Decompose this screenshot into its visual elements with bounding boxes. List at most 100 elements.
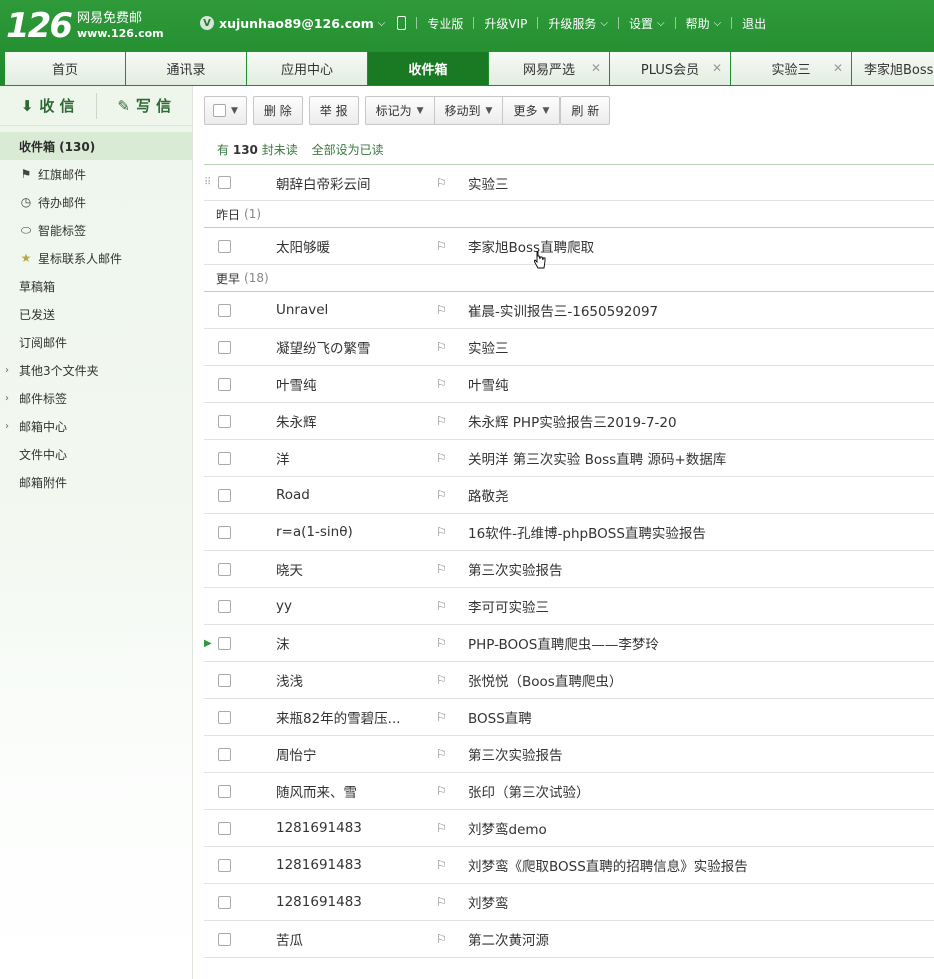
table-row[interactable]: yy ⚐ 李可可实验三 [204, 588, 934, 625]
row-checkbox[interactable] [218, 599, 231, 613]
row-checkbox[interactable] [218, 710, 231, 724]
close-icon[interactable]: ✕ [591, 61, 601, 75]
select-all-checkbox[interactable] [213, 104, 226, 117]
tab-yanxuan[interactable]: 网易严选 ✕ [489, 52, 609, 85]
row-checkbox[interactable] [218, 377, 231, 391]
flag-icon[interactable]: ⚐ [436, 710, 447, 724]
tab-home[interactable]: 首页 [5, 52, 125, 85]
row-checkbox[interactable] [218, 562, 231, 576]
flag-icon[interactable]: ⚐ [436, 525, 447, 539]
sidebar-item-starred[interactable]: ★ 星标联系人邮件 [0, 244, 192, 272]
table-row[interactable]: 1281691483 ⚐ 刘梦鸾demo [204, 810, 934, 847]
table-row[interactable]: 晓天 ⚐ 第三次实验报告 [204, 551, 934, 588]
tab-plus-member[interactable]: PLUS会员 ✕ [610, 52, 730, 85]
tab-experiment-3[interactable]: 实验三 ✕ [731, 52, 851, 85]
row-checkbox[interactable] [218, 821, 231, 835]
help-link[interactable]: 帮助 [686, 15, 710, 32]
logout-link[interactable]: 退出 [742, 15, 766, 32]
sidebar-item-mailbox-center[interactable]: › 邮箱中心 [0, 412, 192, 440]
flag-icon[interactable]: ⚐ [436, 377, 447, 391]
flag-icon[interactable]: ⚐ [436, 858, 447, 872]
row-checkbox[interactable] [218, 414, 231, 428]
flag-icon[interactable]: ⚐ [436, 636, 447, 650]
account-email[interactable]: xujunhao89@126.com [219, 16, 374, 31]
row-checkbox[interactable] [218, 451, 231, 465]
flag-icon[interactable]: ⚐ [436, 673, 447, 687]
drag-handle-icon[interactable]: ⠿ [204, 177, 211, 188]
row-checkbox[interactable] [218, 239, 231, 253]
row-checkbox[interactable] [218, 932, 231, 946]
chevron-right-icon[interactable]: › [5, 365, 9, 376]
mark-as-dropdown[interactable]: 标记为 ▼ [364, 96, 435, 125]
table-row[interactable]: 随风而来、雪 ⚐ 张印（第三次试验） [204, 773, 934, 810]
more-dropdown[interactable]: 更多 ▼ [503, 96, 561, 125]
tab-app-center[interactable]: 应用中心 [247, 52, 367, 85]
row-checkbox[interactable] [218, 340, 231, 354]
row-checkbox[interactable] [218, 636, 231, 650]
flag-icon[interactable]: ⚐ [436, 451, 447, 465]
table-row[interactable]: 凝望纷飞の繁雪 ⚐ 实验三 [204, 329, 934, 366]
logo[interactable]: 126 网易免费邮 www.126.com [6, 8, 164, 44]
table-row[interactable]: 来瓶82年的雪碧压... ⚐ BOSS直聘 [204, 699, 934, 736]
flag-icon[interactable]: ⚐ [436, 821, 447, 835]
sidebar-item-other-folders[interactable]: › 其他3个文件夹 [0, 356, 192, 384]
table-row[interactable]: 洋 ⚐ 关明洋 第三次实验 Boss直聘 源码+数据库 [204, 440, 934, 477]
table-row[interactable]: 朱永辉 ⚐ 朱永辉 PHP实验报告三2019-7-20 [204, 403, 934, 440]
row-checkbox[interactable] [218, 673, 231, 687]
upgrade-service-link[interactable]: 升级服务 [548, 15, 596, 32]
flag-icon[interactable]: ⚐ [436, 340, 447, 354]
sidebar-item-subscriptions[interactable]: 订阅邮件 [0, 328, 192, 356]
sidebar-item-mail-tags[interactable]: › 邮件标签 [0, 384, 192, 412]
report-button[interactable]: 举 报 [308, 96, 359, 125]
sidebar-item-sent[interactable]: 已发送 [0, 300, 192, 328]
flag-icon[interactable]: ⚐ [436, 599, 447, 613]
refresh-button[interactable]: 刷 新 [560, 96, 611, 125]
tab-inbox[interactable]: 收件箱 [368, 52, 488, 85]
flag-icon[interactable]: ⚐ [436, 414, 447, 428]
sidebar-item-red-flag[interactable]: ⚑ 红旗邮件 [0, 160, 192, 188]
flag-icon[interactable]: ⚐ [436, 176, 447, 190]
chevron-right-icon[interactable]: › [5, 393, 9, 404]
table-row[interactable]: 苦瓜 ⚐ 第二次黄河源 [204, 921, 934, 958]
chevron-right-icon[interactable]: › [5, 421, 9, 432]
sidebar-item-inbox[interactable]: 收件箱 (130) [0, 132, 192, 160]
row-checkbox[interactable] [218, 303, 231, 317]
settings-link[interactable]: 设置 [629, 15, 653, 32]
flag-icon[interactable]: ⚐ [436, 303, 447, 317]
flag-icon[interactable]: ⚐ [436, 784, 447, 798]
row-checkbox[interactable] [218, 525, 231, 539]
table-row[interactable]: 太阳够暖 ⚐ 李家旭Boss直聘爬取 [204, 228, 934, 265]
phone-icon[interactable] [397, 16, 407, 30]
receive-mail-button[interactable]: ⬇ 收 信 [0, 86, 96, 126]
table-row[interactable]: 1281691483 ⚐ 刘梦鸾《爬取BOSS直聘的招聘信息》实验报告 [204, 847, 934, 884]
flag-icon[interactable]: ⚐ [436, 895, 447, 909]
flag-icon[interactable]: ⚐ [436, 239, 447, 253]
table-row[interactable]: ▶ 沫 ⚐ PHP-BOOS直聘爬虫——李梦玲 [204, 625, 934, 662]
pro-edition-link[interactable]: 专业版 [427, 15, 463, 32]
sidebar-item-attachments[interactable]: 邮箱附件 [0, 468, 192, 496]
sidebar-item-todo[interactable]: ◷ 待办邮件 [0, 188, 192, 216]
table-row[interactable]: 1281691483 ⚐ 刘梦鸾 [204, 884, 934, 921]
sidebar-item-drafts[interactable]: 草稿箱 [0, 272, 192, 300]
close-icon[interactable]: ✕ [712, 61, 722, 75]
table-row[interactable]: 浅浅 ⚐ 张悦悦（Boos直聘爬虫） [204, 662, 934, 699]
tab-contacts[interactable]: 通讯录 [126, 52, 246, 85]
table-row[interactable]: 周怡宁 ⚐ 第三次实验报告 [204, 736, 934, 773]
delete-button[interactable]: 删 除 [252, 96, 303, 125]
close-icon[interactable]: ✕ [833, 61, 843, 75]
flag-icon[interactable]: ⚐ [436, 488, 447, 502]
flag-icon[interactable]: ⚐ [436, 562, 447, 576]
row-checkbox[interactable] [218, 858, 231, 872]
mark-all-read-link[interactable]: 全部设为已读 [312, 143, 384, 157]
compose-mail-button[interactable]: ✎ 写 信 [97, 86, 193, 126]
table-row[interactable]: r=a(1-sinθ) ⚐ 16软件-孔维博-phpBOSS直聘实验报告 [204, 514, 934, 551]
table-row[interactable]: Road ⚐ 路敬尧 [204, 477, 934, 514]
row-checkbox[interactable] [218, 784, 231, 798]
table-row[interactable]: ⠿ 朝辞白帝彩云间 ⚐ 实验三 [204, 164, 934, 201]
row-checkbox[interactable] [218, 176, 231, 189]
flag-icon[interactable]: ⚐ [436, 747, 447, 761]
tab-li-jiaxu[interactable]: 李家旭Boss [852, 52, 934, 85]
move-to-dropdown[interactable]: 移动到 ▼ [434, 96, 504, 125]
chevron-down-icon[interactable]: ⌵ [378, 18, 386, 29]
row-checkbox[interactable] [218, 895, 231, 909]
